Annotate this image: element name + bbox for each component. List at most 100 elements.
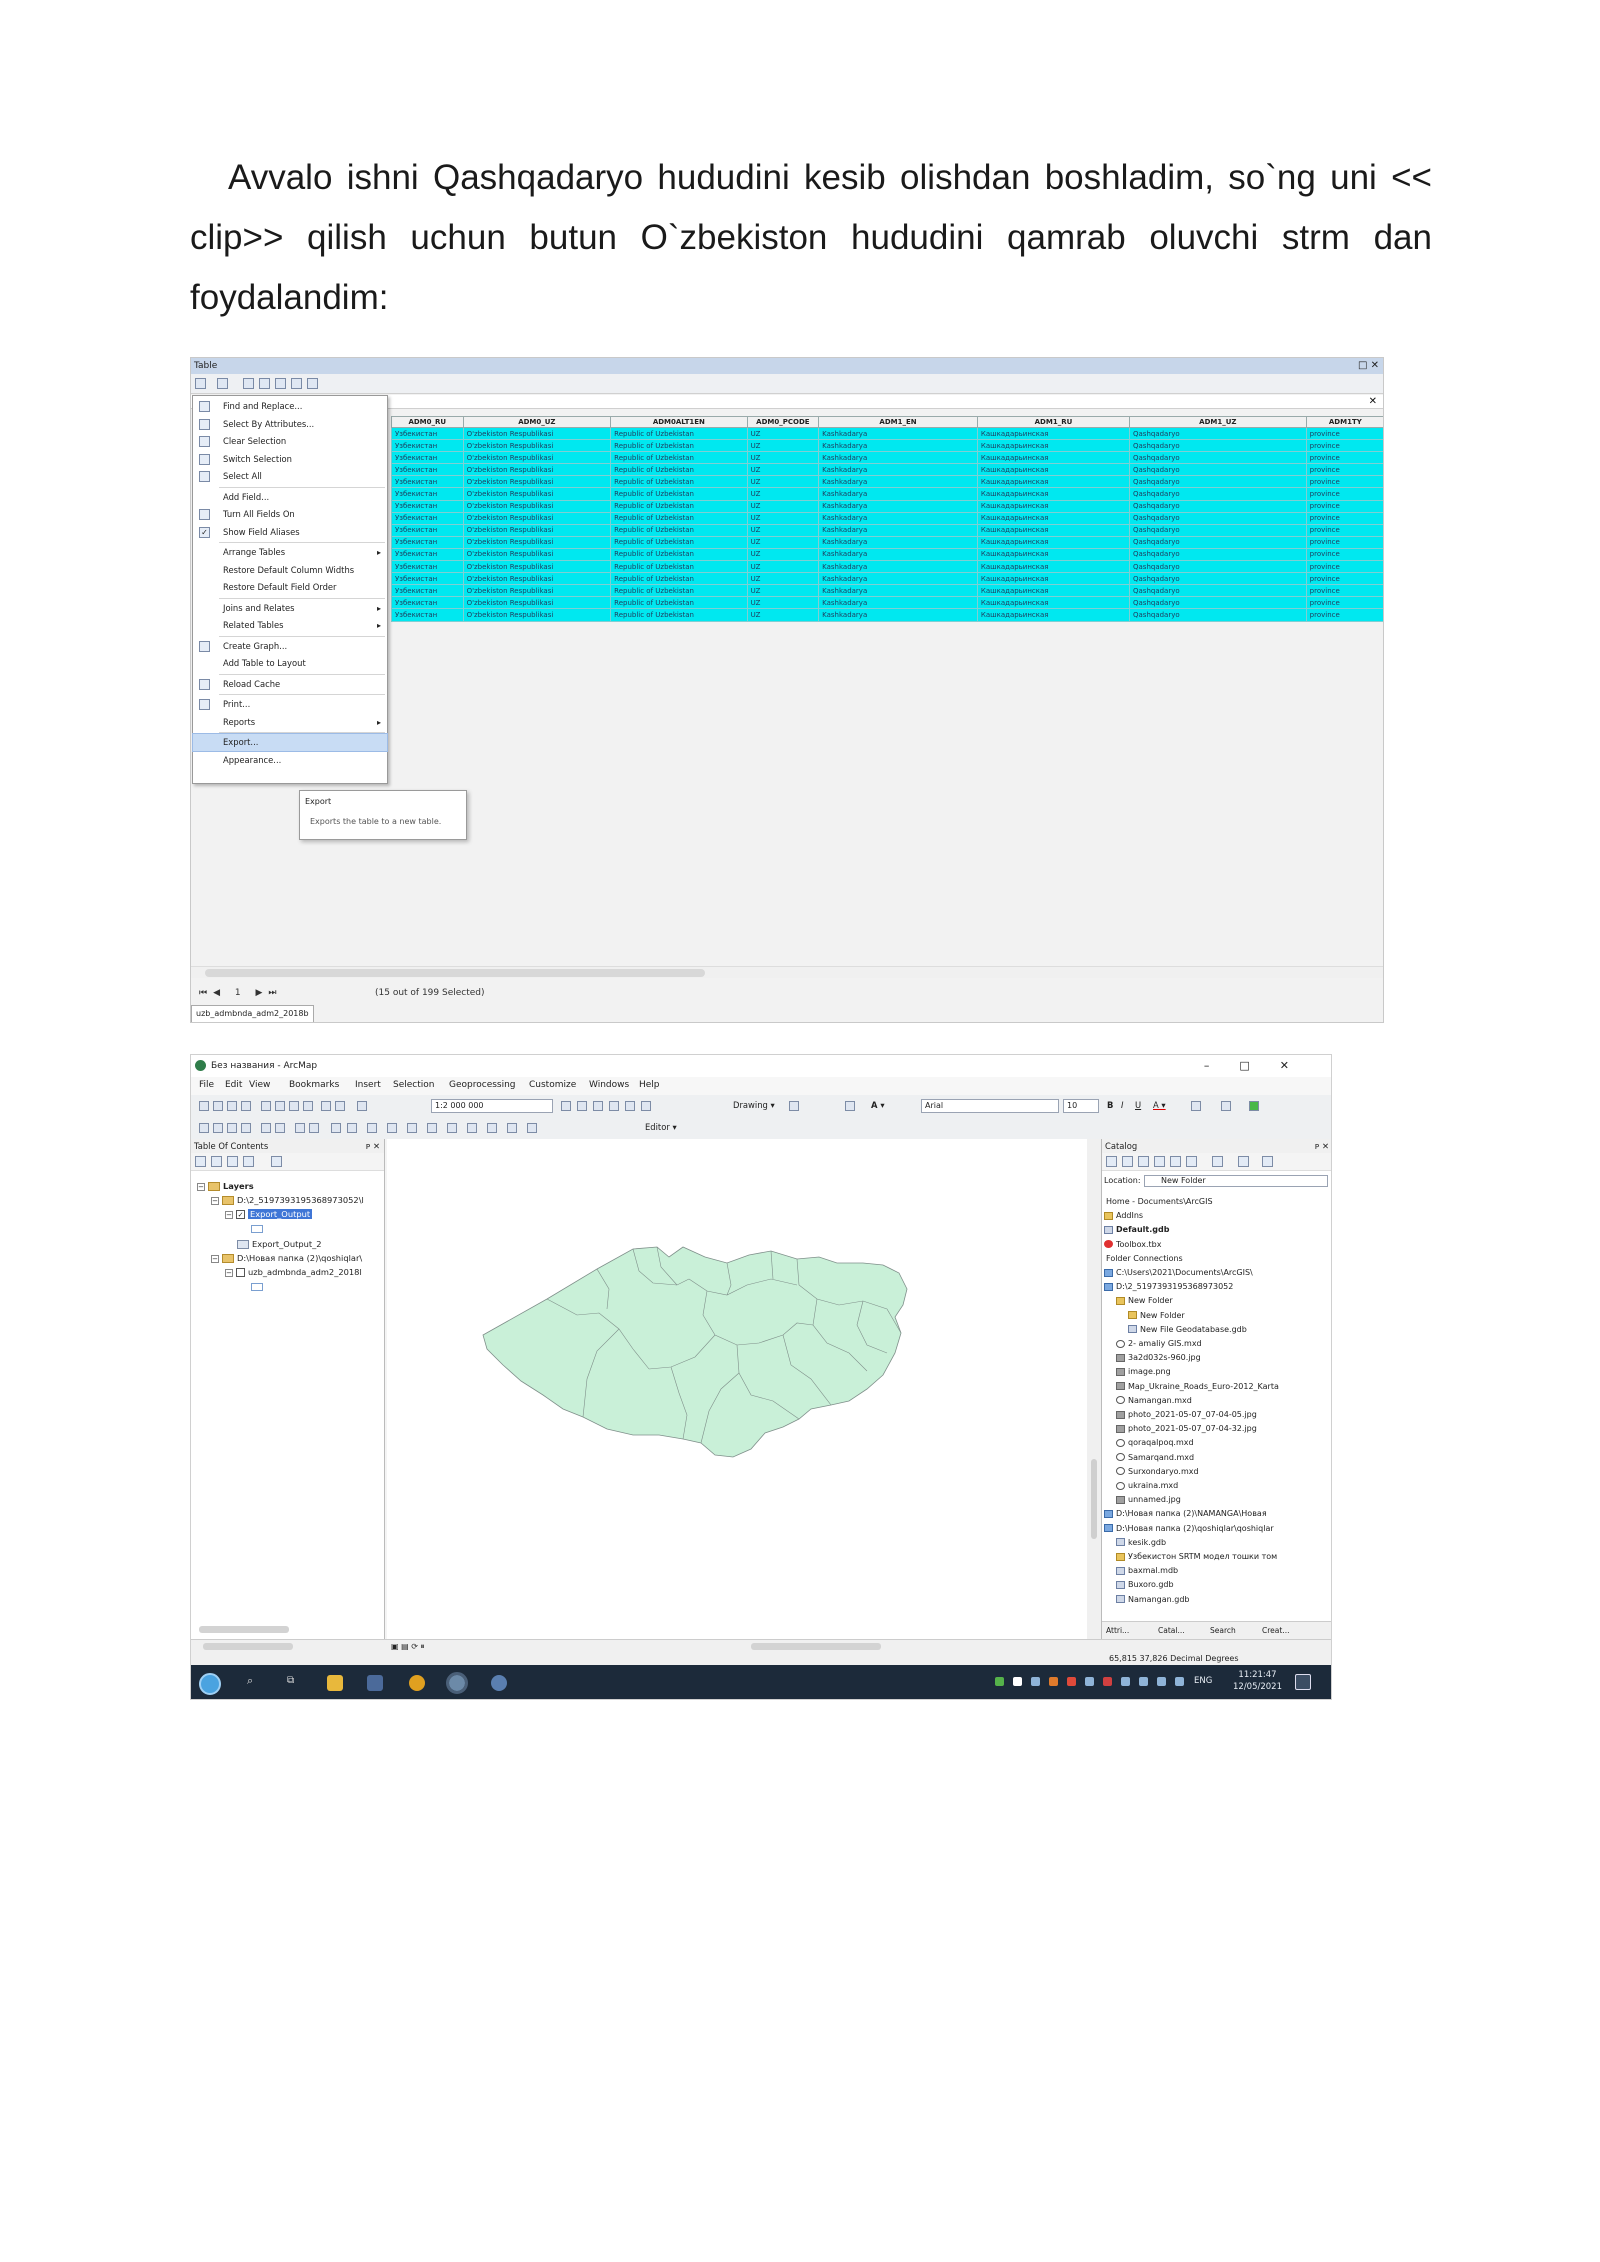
fixed-zoom-out-icon[interactable]: [275, 1123, 285, 1133]
toc-item[interactable]: Export_Output_2: [237, 1237, 322, 1251]
catalog-item[interactable]: C:\Users\2021\Documents\ArcGIS\: [1104, 1266, 1326, 1280]
map-horizontal-scrollbar[interactable]: [751, 1643, 881, 1650]
tray-icon[interactable]: [995, 1677, 1004, 1686]
catalog-item[interactable]: New Folder: [1104, 1294, 1326, 1308]
catalog-item[interactable]: baxmal.mdb: [1104, 1564, 1326, 1578]
italic-button[interactable]: I: [1121, 1100, 1123, 1110]
clear-selection-icon[interactable]: [275, 378, 286, 389]
layer-visibility-checkbox[interactable]: ✓: [236, 1210, 245, 1219]
related-tables-icon[interactable]: [217, 378, 228, 389]
table-row[interactable]: Узбекистан O'zbekiston Respublikasi Republ…: [391, 511, 1383, 525]
menu-item[interactable]: Add Table to Layout: [193, 655, 387, 672]
connect-folder-icon[interactable]: [1170, 1156, 1181, 1167]
notifications-icon[interactable]: [1295, 1674, 1311, 1690]
arctoolbox-icon[interactable]: [625, 1101, 635, 1111]
list-by-visibility-icon[interactable]: [227, 1156, 238, 1167]
bold-button[interactable]: B: [1107, 1100, 1113, 1110]
qashqadaryo-region-polygon[interactable]: [482, 1246, 908, 1458]
list-by-drawing-order-icon[interactable]: [195, 1156, 206, 1167]
search-icon[interactable]: ⌕: [247, 1674, 253, 1688]
catalog-item[interactable]: D:\2_5197393195368973052: [1104, 1280, 1326, 1294]
python-window-icon[interactable]: [641, 1101, 651, 1111]
editor-menu[interactable]: Editor ▾: [645, 1122, 677, 1132]
toc-item[interactable]: − ✓ Export_Output: [225, 1207, 313, 1221]
find-route-icon[interactable]: [487, 1123, 497, 1133]
toc-item[interactable]: − D:\Новая папка (2)\qoshiqlar\: [211, 1251, 362, 1265]
menu-file[interactable]: File: [199, 1080, 214, 1090]
catalog-item[interactable]: D:\Новая папка (2)\qoshiqlar\qoshiqlar: [1104, 1522, 1326, 1536]
list-by-source-icon[interactable]: [211, 1156, 222, 1167]
arccatalog-taskbar-icon[interactable]: [491, 1675, 507, 1691]
catalog-item[interactable]: Samarqand.mxd: [1104, 1451, 1326, 1465]
menu-item[interactable]: Clear Selection: [193, 433, 387, 450]
layer-symbol[interactable]: [251, 1221, 263, 1235]
menu-view[interactable]: View: [249, 1080, 270, 1090]
undo-icon[interactable]: [321, 1101, 331, 1111]
network-icon[interactable]: [1157, 1677, 1166, 1686]
menu-item[interactable]: Related Tables ▸: [193, 617, 387, 634]
menu-insert[interactable]: Insert: [355, 1080, 381, 1090]
menu-item[interactable]: Add Field...: [193, 489, 387, 506]
catalog-item[interactable]: Home - Documents\ArcGIS: [1104, 1195, 1326, 1209]
font-color-icon[interactable]: A ▾: [1153, 1100, 1166, 1110]
forward-extent-icon[interactable]: [309, 1123, 319, 1133]
catalog-item[interactable]: Default.gdb: [1104, 1223, 1326, 1237]
toggle-contents-icon[interactable]: [1238, 1156, 1249, 1167]
cut-icon[interactable]: [261, 1101, 271, 1111]
catalog-item[interactable]: Namangan.gdb: [1104, 1593, 1326, 1607]
catalog-item[interactable]: D:\Новая папка (2)\NAMANGA\Новая: [1104, 1507, 1326, 1521]
catalog-item[interactable]: 3a2d032s-960.jpg: [1104, 1351, 1326, 1365]
delete-icon[interactable]: [303, 1101, 313, 1111]
find-icon[interactable]: [467, 1123, 477, 1133]
catalog-item[interactable]: photo_2021-05-07_07-04-05.jpg: [1104, 1408, 1326, 1422]
catalog-options-icon[interactable]: [1262, 1156, 1273, 1167]
pan-icon[interactable]: [227, 1123, 237, 1133]
language-indicator[interactable]: ENG: [1194, 1676, 1212, 1686]
table-row[interactable]: Узбекистан O'zbekiston Respublikasi Republ…: [391, 535, 1383, 549]
table-row[interactable]: Узбекистан O'zbekiston Respublikasi Republ…: [391, 475, 1383, 489]
paste-icon[interactable]: [289, 1101, 299, 1111]
editor-toolbar-icon[interactable]: [561, 1101, 571, 1111]
fixed-zoom-in-icon[interactable]: [261, 1123, 271, 1133]
tray-icon[interactable]: [1121, 1677, 1130, 1686]
location-input[interactable]: New Folder: [1144, 1175, 1328, 1187]
volume-icon[interactable]: [1175, 1677, 1184, 1686]
collapse-icon[interactable]: −: [211, 1196, 219, 1205]
column-header[interactable]: ADM0_UZ: [462, 416, 612, 428]
table-row[interactable]: Узбекистан O'zbekiston Respublikasi Republ…: [391, 547, 1383, 562]
font-name-select[interactable]: Arial: [921, 1099, 1059, 1113]
catalog-item[interactable]: New Folder: [1104, 1309, 1326, 1323]
menu-item[interactable]: Print...: [193, 696, 387, 713]
tray-icon[interactable]: [1031, 1677, 1040, 1686]
menu-item[interactable]: Select All: [193, 468, 387, 485]
table-options-icon[interactable]: [195, 378, 206, 389]
close-icon[interactable]: ᴘ ✕: [366, 1139, 380, 1153]
go-to-xy-icon[interactable]: [507, 1123, 517, 1133]
table-row[interactable]: Узбекистан O'zbekiston Respublikasi Republ…: [391, 608, 1383, 622]
zoom-to-selected-icon[interactable]: [291, 378, 302, 389]
table-row[interactable]: Узбекистан O'zbekiston Respublikasi Republ…: [391, 463, 1383, 477]
menu-item[interactable]: Reports ▸: [193, 714, 387, 731]
catalog-item[interactable]: AddIns: [1104, 1209, 1326, 1223]
store-icon[interactable]: [367, 1675, 383, 1691]
menu-item[interactable]: Reload Cache: [193, 676, 387, 693]
catalog-item[interactable]: Namangan.mxd: [1104, 1394, 1326, 1408]
home-icon[interactable]: [1154, 1156, 1165, 1167]
select-features-icon[interactable]: [331, 1123, 341, 1133]
table-row[interactable]: Узбекистан O'zbekiston Respublikasi Republ…: [391, 523, 1383, 537]
switch-selection-icon[interactable]: [259, 378, 270, 389]
catalog-item[interactable]: Toolbox.tbx: [1104, 1238, 1326, 1252]
marker-color-icon[interactable]: [1249, 1101, 1259, 1111]
menu-item[interactable]: Export...: [192, 733, 388, 752]
save-icon[interactable]: [227, 1101, 237, 1111]
tray-icon[interactable]: [1103, 1677, 1112, 1686]
disconnect-folder-icon[interactable]: [1186, 1156, 1197, 1167]
toc-item[interactable]: − Layers: [197, 1179, 254, 1193]
clear-selected-icon[interactable]: [347, 1123, 357, 1133]
arcmap-taskbar-icon[interactable]: [446, 1672, 468, 1694]
list-by-selection-icon[interactable]: [243, 1156, 254, 1167]
rectangle-icon[interactable]: [845, 1101, 855, 1111]
tray-icon[interactable]: [1013, 1677, 1022, 1686]
tray-icon[interactable]: [1085, 1677, 1094, 1686]
table-row[interactable]: Узбекистан O'zbekiston Respublikasi Republ…: [391, 499, 1383, 513]
